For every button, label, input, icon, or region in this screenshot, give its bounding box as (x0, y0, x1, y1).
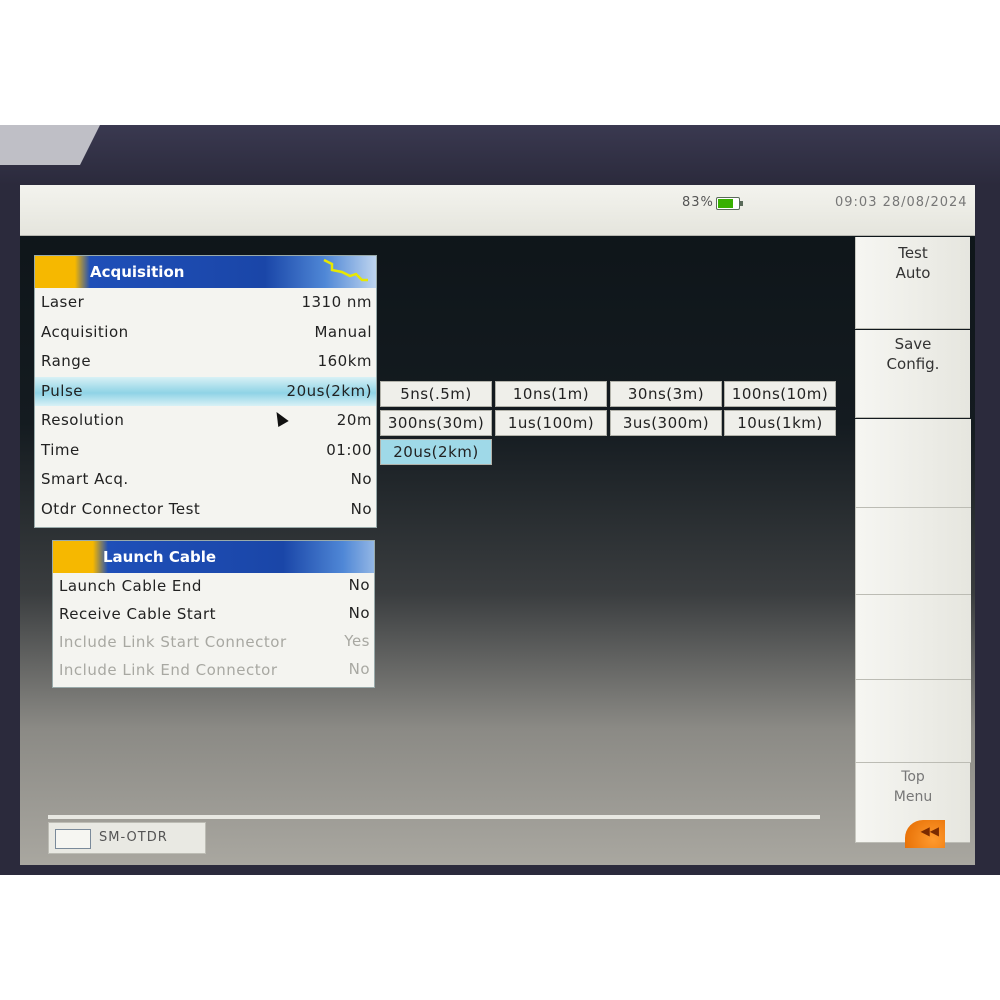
otdr-module-icon (55, 829, 91, 849)
setting-laser[interactable]: Laser 1310 nm (35, 288, 376, 318)
setting-value: No (350, 470, 372, 488)
pulse-option[interactable]: 1us(100m) (495, 410, 607, 436)
sm-otdr-label: SM-OTDR (99, 830, 168, 845)
battery-percent: 83% (682, 195, 714, 210)
status-bar: 83% 09:03 28/08/2024 (20, 185, 975, 236)
pulse-option[interactable]: 10ns(1m) (495, 381, 607, 407)
trace-graph-icon (323, 258, 368, 282)
setting-acquisition[interactable]: Acquisition Manual (35, 318, 376, 348)
save-config-softkey[interactable]: Save Config. (855, 330, 970, 418)
bottom-tab-bar (48, 815, 820, 819)
setting-label: Range (41, 352, 92, 370)
setting-value: 160km (317, 352, 372, 370)
setting-label: Time (41, 440, 80, 459)
setting-link-start-connector: Include Link Start Connector Yes (53, 629, 374, 657)
pulse-option[interactable]: 3us(300m) (610, 410, 722, 436)
pulse-option[interactable]: 30ns(3m) (610, 381, 722, 407)
acquisition-header: Acquisition (35, 256, 376, 288)
setting-launch-cable-end[interactable]: Launch Cable End No (53, 573, 374, 601)
setting-label: Include Link Start Connector (59, 633, 287, 651)
test-auto-softkey[interactable]: Test Auto (855, 237, 970, 329)
setting-label: Laser (41, 293, 85, 311)
setting-label: Include Link End Connector (59, 661, 278, 679)
battery-icon (716, 197, 743, 210)
setting-receive-cable-start[interactable]: Receive Cable Start No (53, 601, 374, 629)
back-arrow-icon[interactable]: ◀◀ (905, 820, 945, 848)
setting-value: 20m (336, 411, 372, 429)
empty-softkey[interactable] (855, 595, 971, 680)
setting-label: Launch Cable End (59, 577, 202, 595)
launch-cable-header: Launch Cable (53, 541, 374, 573)
otdr-screen: 83% 09:03 28/08/2024 Acquisition Laser 1… (20, 185, 975, 865)
setting-value: No (348, 660, 370, 678)
clock: 09:03 28/08/2024 (835, 195, 968, 210)
setting-value: 01:00 (326, 440, 372, 459)
setting-label: Smart Acq. (41, 470, 129, 488)
setting-resolution[interactable]: Resolution 20m (35, 406, 376, 436)
pulse-option[interactable]: 300ns(30m) (380, 410, 492, 436)
acquisition-panel: Acquisition Laser 1310 nm Acquisition Ma… (34, 255, 377, 528)
device-bezel-top (0, 125, 1000, 185)
setting-value: No (348, 576, 370, 594)
setting-value: Manual (314, 322, 372, 341)
setting-label: Resolution (41, 411, 125, 429)
empty-softkey[interactable] (855, 419, 971, 508)
sm-otdr-tab[interactable]: SM-OTDR (48, 822, 206, 854)
setting-connector-test[interactable]: Otdr Connector Test No (35, 495, 376, 525)
acquisition-title: Acquisition (90, 263, 185, 281)
setting-smart-acq[interactable]: Smart Acq. No (35, 465, 376, 495)
setting-label: Acquisition (41, 322, 129, 341)
pulse-option[interactable]: 100ns(10m) (724, 381, 836, 407)
setting-value: Yes (344, 632, 370, 650)
setting-label: Pulse (41, 381, 83, 400)
setting-label: Otdr Connector Test (41, 499, 201, 518)
empty-softkey[interactable] (855, 508, 971, 595)
setting-value: No (348, 604, 370, 622)
setting-value: 20us(2km) (286, 381, 372, 400)
pulse-option[interactable]: 5ns(.5m) (380, 381, 492, 407)
pulse-option-selected[interactable]: 20us(2km) (380, 439, 492, 465)
setting-range[interactable]: Range 160km (35, 347, 376, 377)
setting-label: Receive Cable Start (59, 605, 216, 623)
setting-value: 1310 nm (301, 293, 372, 311)
empty-softkey[interactable] (855, 680, 971, 763)
pulse-option[interactable]: 10us(1km) (724, 410, 836, 436)
setting-time[interactable]: Time 01:00 (35, 436, 376, 466)
launch-cable-panel: Launch Cable Launch Cable End No Receive… (52, 540, 375, 688)
setting-link-end-connector: Include Link End Connector No (53, 657, 374, 685)
setting-value: No (350, 499, 372, 518)
launch-cable-title: Launch Cable (103, 548, 217, 566)
setting-pulse[interactable]: Pulse 20us(2km) (35, 376, 376, 406)
